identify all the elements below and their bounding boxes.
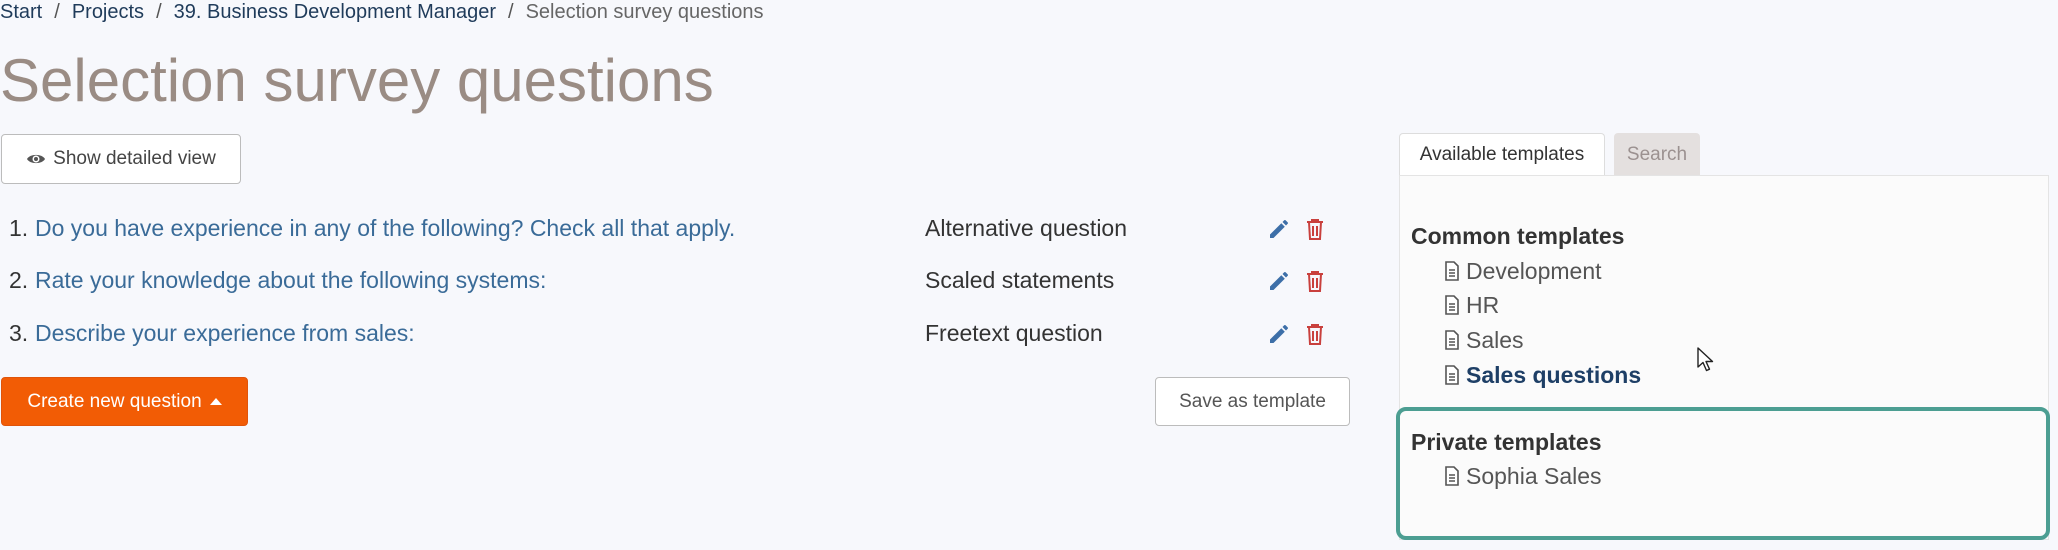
question-type: Freetext question (925, 320, 1103, 346)
breadcrumb-projects[interactable]: Projects (72, 1, 144, 23)
tab-available-templates[interactable]: Available templates (1399, 133, 1605, 176)
document-icon (1445, 261, 1459, 281)
template-item-sales-questions[interactable]: Sales questions (1444, 359, 1641, 391)
breadcrumb: Start / Projects / 39. Business Development … (0, 0, 764, 24)
document-icon (1445, 295, 1459, 315)
pencil-icon[interactable] (1267, 269, 1291, 293)
question-row: 3. Describe your experience from sales: … (0, 313, 1340, 353)
question-type: Scaled statements (925, 267, 1115, 293)
create-new-question-label: Create new question (27, 390, 202, 412)
template-item-sophia-sales[interactable]: Sophia Sales (1444, 460, 1602, 492)
question-row: 2. Rate your knowledge about the followi… (0, 260, 1340, 300)
trash-icon[interactable] (1305, 269, 1325, 293)
document-icon (1445, 330, 1459, 350)
breadcrumb-start[interactable]: Start (0, 1, 42, 23)
question-text-link[interactable]: Rate your knowledge about the following … (35, 260, 546, 300)
breadcrumb-current: Selection survey questions (525, 1, 764, 23)
breadcrumb-separator: / (508, 1, 514, 23)
document-icon (1445, 365, 1459, 385)
question-text-link[interactable]: Describe your experience from sales: (35, 313, 415, 353)
caret-up-icon (209, 398, 222, 405)
tab-available-templates-label: Available templates (1419, 144, 1585, 165)
common-templates-heading: Common templates (1411, 223, 1625, 249)
pencil-icon[interactable] (1267, 322, 1291, 346)
trash-icon[interactable] (1305, 217, 1325, 241)
question-number: 1. (9, 215, 29, 241)
page-title: Selection survey questions (0, 47, 714, 114)
breadcrumb-separator: / (54, 1, 60, 23)
question-text-link[interactable]: Do you have experience in any of the fol… (35, 208, 735, 248)
show-detailed-view-button[interactable]: Show detailed view (1, 134, 241, 184)
private-templates-heading: Private templates (1411, 429, 1602, 455)
create-new-question-button[interactable]: Create new question (1, 377, 248, 426)
save-as-template-label: Save as template (1179, 390, 1326, 412)
trash-icon[interactable] (1305, 322, 1325, 346)
breadcrumb-project[interactable]: 39. Business Development Manager (174, 1, 496, 23)
tab-search-label: Search (1626, 143, 1688, 165)
show-detailed-view-label: Show detailed view (53, 148, 216, 169)
template-item-label: HR (1466, 292, 1500, 318)
question-row: 1. Do you have experience in any of the … (0, 208, 1340, 248)
template-item-development[interactable]: Development (1444, 255, 1602, 287)
tab-search[interactable]: Search (1614, 133, 1700, 176)
save-as-template-button[interactable]: Save as template (1155, 377, 1350, 426)
document-icon (1445, 466, 1459, 486)
breadcrumb-separator: / (156, 1, 162, 23)
question-number: 2. (9, 267, 29, 293)
template-item-label: Sophia Sales (1466, 463, 1602, 489)
question-type: Alternative question (925, 215, 1128, 241)
pencil-icon[interactable] (1267, 217, 1291, 241)
template-item-sales[interactable]: Sales (1444, 324, 1524, 356)
template-item-hr[interactable]: HR (1444, 289, 1499, 321)
template-item-label: Sales questions (1466, 362, 1642, 388)
question-number: 3. (9, 320, 29, 346)
mouse-pointer-icon (1697, 347, 1714, 372)
template-item-label: Sales (1466, 327, 1524, 353)
eye-icon (27, 154, 46, 164)
template-item-label: Development (1466, 258, 1602, 284)
